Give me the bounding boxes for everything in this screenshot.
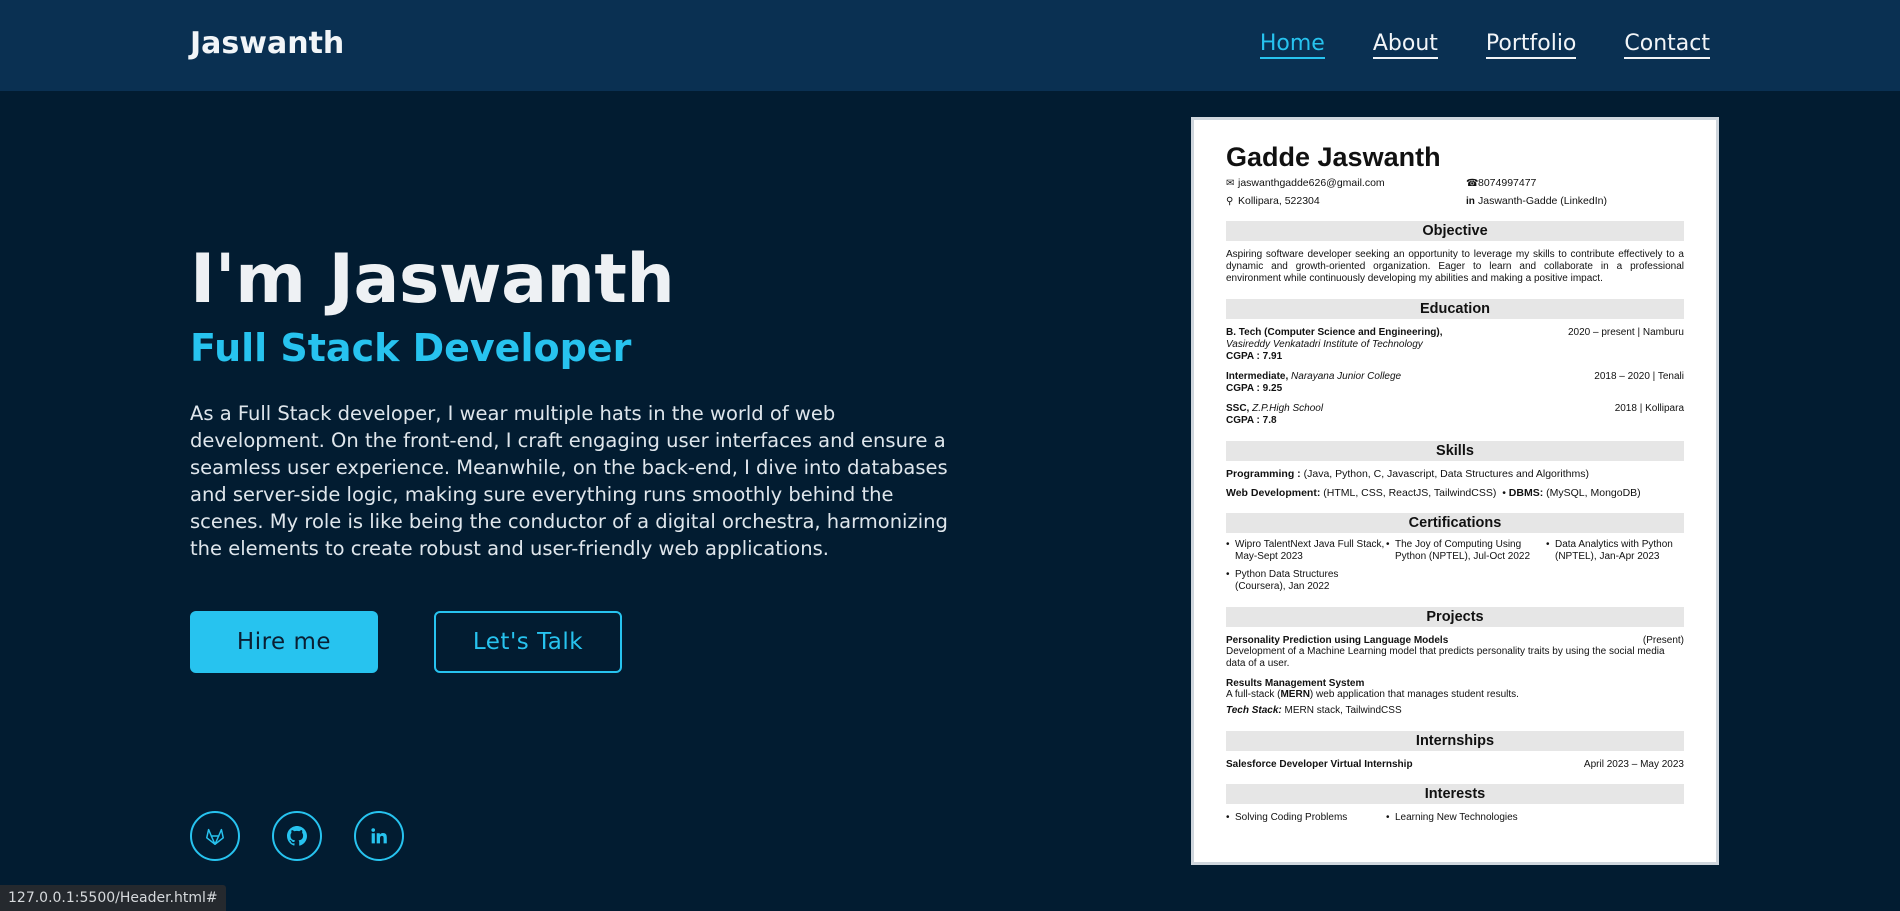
project-description: A full-stack (MERN) web application that…: [1226, 689, 1519, 700]
resume-name: Gadde Jaswanth: [1226, 142, 1441, 172]
linkedin-icon: [371, 828, 387, 844]
gitlab-icon: [206, 828, 224, 845]
resume-section-projects: Projects: [1226, 607, 1684, 627]
skill-programming: Programming : (Java, Python, C, Javascri…: [1226, 468, 1589, 480]
cert-item: Python Data Structures (Coursera), Jan 2…: [1226, 569, 1386, 593]
site-header: Jaswanth Home About Portfolio Contact: [0, 0, 1900, 91]
nav-about-link[interactable]: About: [1372, 31, 1438, 59]
project-description: Development of a Machine Learning model …: [1226, 646, 1665, 669]
resume-preview: Gadde Jaswanth ✉ jaswanthgadde626@gmail.c…: [1191, 117, 1719, 865]
hero-subtitle: Full Stack Developer: [190, 326, 632, 370]
resume-location: Kollipara, 522304: [1238, 195, 1320, 207]
nav-portfolio-link[interactable]: Portfolio: [1485, 31, 1577, 59]
nav-contact-link[interactable]: Contact: [1624, 31, 1710, 59]
resume-section-certifications: Certifications: [1226, 513, 1684, 533]
main-nav: Home About Portfolio Contact: [1259, 31, 1710, 59]
brand-logo[interactable]: Jaswanth: [190, 26, 344, 61]
linkedin-small-icon: in: [1466, 196, 1475, 207]
certifications-list: Wipro TalentNext Java Full Stack, May-Se…: [1226, 539, 1684, 593]
cert-item: Data Analytics with Python (NPTEL), Jan-…: [1546, 539, 1684, 563]
lets-talk-button[interactable]: Let's Talk: [434, 611, 622, 673]
gitlab-link[interactable]: [190, 811, 240, 861]
education-row: Intermediate, Narayana Junior College CGP…: [1226, 371, 1684, 394]
github-icon: [287, 826, 308, 846]
skill-web: Web Development: (HTML, CSS, ReactJS, Ta…: [1226, 487, 1641, 499]
resume-contact: ✉ jaswanthgadde626@gmail.com ☎8074997477 …: [1226, 177, 1684, 207]
project-tech-stack: Tech Stack: MERN stack, TailwindCSS: [1226, 705, 1402, 716]
education-row: SSC, Z.P.High School CGPA : 7.8 2018 | Ko…: [1226, 403, 1684, 426]
browser-status-url: 127.0.0.1:5500/Header.html#: [0, 885, 226, 911]
interest-item: Learning New Technologies: [1386, 812, 1586, 823]
resume-section-internships: Internships: [1226, 731, 1684, 751]
education-row: B. Tech (Computer Science and Engineerin…: [1226, 327, 1684, 362]
internship-row: Salesforce Developer Virtual Internship A…: [1226, 759, 1684, 770]
interest-item: Solving Coding Problems: [1226, 812, 1386, 823]
phone-icon: ☎: [1466, 178, 1479, 189]
github-link[interactable]: [272, 811, 322, 861]
hero-description: As a Full Stack developer, I wear multip…: [190, 402, 948, 560]
nav-home-link[interactable]: Home: [1259, 31, 1325, 59]
resume-phone: 8074997477: [1478, 177, 1537, 189]
resume-objective-text: Aspiring software developer seeking an o…: [1226, 249, 1684, 284]
resume-section-objective: Objective: [1226, 221, 1684, 241]
hero-title: I'm Jaswanth: [190, 240, 675, 319]
hire-me-button[interactable]: Hire me: [190, 611, 378, 673]
resume-linkedin: Jaswanth-Gadde (LinkedIn): [1478, 195, 1607, 207]
resume-section-education: Education: [1226, 299, 1684, 319]
project-title-row: Results Management System: [1226, 678, 1365, 689]
resume-section-skills: Skills: [1226, 441, 1684, 461]
mail-icon: ✉: [1226, 178, 1235, 189]
resume-email: jaswanthgadde626@gmail.com: [1238, 177, 1385, 189]
social-links: [190, 811, 404, 861]
cert-item: The Joy of Computing Using Python (NPTEL…: [1386, 539, 1546, 563]
resume-section-interests: Interests: [1226, 784, 1684, 804]
interests-list: Solving Coding Problems Learning New Tec…: [1226, 812, 1684, 823]
cert-item: Wipro TalentNext Java Full Stack, May-Se…: [1226, 539, 1386, 563]
location-pin-icon: ⚲: [1226, 196, 1234, 207]
project-title-row: Personality Prediction using Language Mo…: [1226, 635, 1684, 646]
linkedin-link[interactable]: [354, 811, 404, 861]
